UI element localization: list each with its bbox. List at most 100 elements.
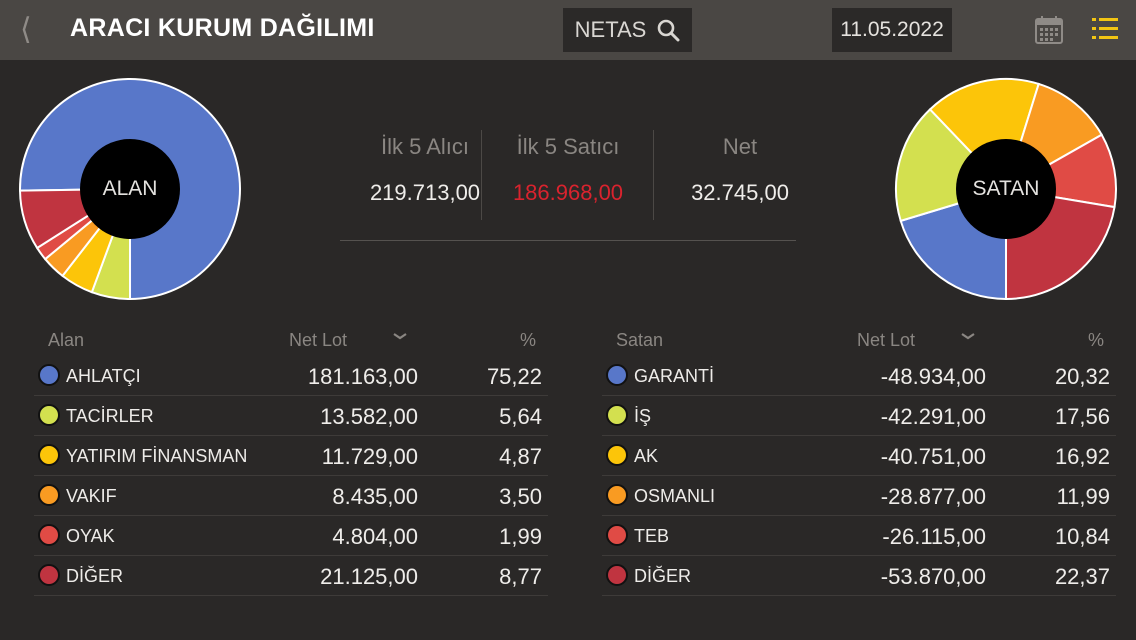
percent-value: 75,22: [486, 364, 542, 389]
net-lot-value: 181.163,00: [307, 364, 418, 389]
buyers-pie-svg: [18, 78, 241, 301]
table-row[interactable]: DİĞER 21.125,00 8,77: [34, 556, 548, 596]
list-icon[interactable]: [1092, 17, 1118, 41]
color-dot-icon: [38, 564, 60, 586]
net-lot-value: -28.877,00: [880, 484, 986, 509]
chevron-down-icon[interactable]: [960, 328, 976, 344]
color-dot-icon: [606, 444, 628, 466]
table-row[interactable]: YATIRIM FİNANSMAN 11.729,00 4,87: [34, 436, 548, 476]
sellers-total-value: 186.968,00: [512, 180, 624, 205]
broker-name: DİĞER: [66, 566, 124, 586]
net-lot-value: -26.115,00: [882, 524, 986, 549]
sellers-total-label: İlk 5 Satıcı: [516, 134, 620, 159]
color-dot-icon: [38, 484, 60, 506]
broker-name: AK: [634, 446, 659, 466]
table-row[interactable]: AK -40.751,00 16,92: [602, 436, 1116, 476]
percent-value: 5,64: [499, 404, 542, 429]
summary-net: Net 32.745,00: [655, 130, 825, 206]
net-label: Net: [722, 134, 758, 159]
color-dot-icon: [38, 444, 60, 466]
broker-name: DİĞER: [634, 566, 692, 586]
table-row[interactable]: TACİRLER 13.582,00 5,64: [34, 396, 548, 436]
percent-value: 1,99: [499, 524, 542, 549]
sellers-pie-chart: SATAN: [894, 77, 1118, 301]
color-dot-icon: [606, 364, 628, 386]
net-lot-value: 21.125,00: [320, 564, 418, 589]
table-row[interactable]: DİĞER -53.870,00 22,37: [602, 556, 1116, 596]
net-lot-value: -40.751,00: [880, 444, 986, 469]
summary-panel: İlk 5 Alıcı 219.713,00 İlk 5 Satıcı 186.…: [340, 130, 796, 220]
net-lot-value: -48.934,00: [880, 364, 986, 389]
broker-name: OYAK: [66, 526, 115, 546]
buyers-pie-chart: ALAN: [18, 77, 242, 301]
summary-sellers: İlk 5 Satıcı 186.968,00: [483, 130, 653, 206]
color-dot-icon: [606, 484, 628, 506]
percent-value: 10,84: [1054, 524, 1110, 549]
search-icon: [658, 19, 680, 42]
page-title: ARACI KURUM DAĞILIMI: [70, 14, 375, 42]
table-row[interactable]: TEB -26.115,00 10,84: [602, 516, 1116, 556]
net-lot-value: 8.435,00: [332, 484, 418, 509]
sellers-pie-center: [956, 139, 1056, 239]
color-dot-icon: [606, 524, 628, 546]
color-dot-icon: [606, 564, 628, 586]
buyers-table-header: Alan Net Lot %: [34, 326, 548, 356]
symbol-label: NETAS: [574, 17, 647, 42]
buyers-header-name: Alan: [48, 330, 85, 350]
percent-value: 11,99: [1056, 484, 1110, 509]
table-row[interactable]: OSMANLI -28.877,00 11,99: [602, 476, 1116, 516]
percent-value: 4,87: [499, 444, 542, 469]
percent-value: 22,37: [1054, 564, 1110, 589]
symbol-search-button[interactable]: NETAS: [563, 8, 692, 52]
summary-divider: [481, 130, 482, 220]
broker-name: OSMANLI: [634, 486, 716, 506]
net-lot-value: -42.291,00: [880, 404, 986, 429]
date-selector[interactable]: 11.05.2022: [832, 8, 952, 52]
percent-value: 17,56: [1054, 404, 1110, 429]
chevron-left-icon[interactable]: ⟨: [20, 12, 32, 47]
color-dot-icon: [38, 524, 60, 546]
percent-value: 20,32: [1054, 364, 1110, 389]
sellers-pie-svg: [895, 78, 1117, 301]
sellers-table-body: GARANTİ -48.934,00 20,32 İŞ -42.291,00 17,56 A…: [602, 356, 1116, 596]
net-lot-value: 4.804,00: [332, 524, 418, 549]
buyers-pie-center: [80, 139, 180, 239]
broker-name: VAKIF: [66, 486, 117, 506]
net-lot-value: 11.729,00: [321, 444, 418, 469]
sellers-header-pct: %: [1088, 330, 1105, 350]
broker-name: AHLATÇI: [66, 366, 141, 386]
broker-name: YATIRIM FİNANSMAN: [66, 446, 248, 466]
sellers-table-header: Satan Net Lot %: [602, 326, 1116, 356]
buyers-table-body: AHLATÇI 181.163,00 75,22 TACİRLER 13.582,00 5…: [34, 356, 548, 596]
date-label: 11.05.2022: [840, 18, 944, 41]
chevron-down-icon[interactable]: [392, 328, 408, 344]
broker-name: GARANTİ: [634, 366, 715, 386]
table-row[interactable]: OYAK 4.804,00 1,99: [34, 516, 548, 556]
percent-value: 8,77: [499, 564, 542, 589]
broker-name: TEB: [634, 526, 670, 546]
broker-name: İŞ: [634, 406, 652, 426]
net-lot-value: 13.582,00: [320, 404, 418, 429]
table-row[interactable]: İŞ -42.291,00 17,56: [602, 396, 1116, 436]
percent-value: 16,92: [1054, 444, 1110, 469]
sellers-table: Satan Net Lot % GARANTİ -48.934,00 20,32 İŞ…: [602, 326, 1116, 596]
summary-divider: [653, 130, 654, 220]
percent-value: 3,50: [499, 484, 542, 509]
color-dot-icon: [606, 404, 628, 426]
sellers-header-name: Satan: [616, 330, 664, 350]
buyers-table: Alan Net Lot % AHLATÇI 181.163,00 75,22 TAC…: [34, 326, 548, 596]
top-bar: ⟨ ARACI KURUM DAĞILIMI NETAS 11.05.2022: [0, 0, 1136, 60]
broker-name: TACİRLER: [66, 406, 154, 426]
table-row[interactable]: GARANTİ -48.934,00 20,32: [602, 356, 1116, 396]
calendar-icon[interactable]: [1034, 15, 1064, 45]
table-row[interactable]: VAKIF 8.435,00 3,50: [34, 476, 548, 516]
net-lot-value: -53.870,00: [880, 564, 986, 589]
table-row[interactable]: AHLATÇI 181.163,00 75,22: [34, 356, 548, 396]
color-dot-icon: [38, 364, 60, 386]
buyers-header-lot[interactable]: Net Lot: [289, 330, 347, 351]
buyers-header-pct: %: [520, 330, 537, 350]
summary-divider-line: [340, 240, 796, 241]
sellers-header-lot[interactable]: Net Lot: [857, 330, 915, 351]
color-dot-icon: [38, 404, 60, 426]
net-value: 32.745,00: [691, 180, 789, 205]
